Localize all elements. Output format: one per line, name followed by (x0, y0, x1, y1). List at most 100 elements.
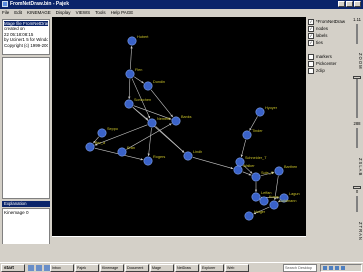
taskbar-button[interactable]: Explorer (200, 264, 224, 272)
graph-node[interactable] (147, 118, 157, 128)
minimize-button[interactable] (338, 1, 345, 7)
checkbox[interactable] (308, 67, 314, 74)
taskbar-button[interactable]: Document (125, 264, 149, 272)
app-icon (2, 1, 8, 7)
taskbar-button[interactable]: NetDraw (175, 264, 199, 272)
desktop-search-input[interactable]: Search Desktop (283, 264, 317, 272)
graph-node[interactable] (269, 200, 279, 210)
graph-node-label: Kraus (269, 195, 279, 199)
zoom-slider-thumb[interactable] (353, 76, 361, 79)
graph-edge (242, 171, 252, 176)
close-button[interactable] (354, 1, 361, 7)
info-line: Copyright (c) 1999-2005 (4, 42, 48, 48)
checkbox[interactable]: ✓ (308, 32, 314, 39)
graph-node[interactable] (143, 81, 153, 91)
graph-node[interactable] (242, 130, 252, 140)
checkbox[interactable]: ✓ (308, 39, 314, 46)
zslab-label: ZSLAB (358, 157, 363, 177)
zoom-value: 1.11 (353, 17, 361, 22)
graph-node-label: Walker (243, 164, 255, 168)
graph-node-label: Seppo (107, 127, 118, 131)
graph-node[interactable] (251, 172, 261, 182)
taskbar-button[interactable]: Inbox (50, 264, 74, 272)
system-tray (320, 264, 362, 272)
option-markers[interactable]: markers (308, 53, 350, 60)
display-options: ✓ *FromNetDraw ✓ nodes ✓ labels ✓ ties marke… (308, 18, 350, 74)
graph-node[interactable] (233, 165, 243, 175)
graph-node[interactable] (124, 99, 134, 109)
graph-node[interactable] (251, 192, 261, 202)
option-pickcenter[interactable]: Pickcenter (308, 60, 350, 67)
maximize-button[interactable] (346, 1, 353, 7)
graph-node-label: Ber_a (95, 141, 106, 145)
desktop-icon[interactable] (36, 265, 42, 271)
graph-node-label: Hyoyer (265, 106, 278, 110)
menu-help[interactable]: Help PAGE (111, 9, 134, 16)
windows-taskbar: start Inbox Pajek Kinemage Document Mage… (0, 262, 363, 272)
graph-node-label: Dundin (153, 80, 166, 84)
graph-node[interactable] (125, 69, 135, 79)
info-line: by Uciner1 5 for Windows (4, 37, 48, 43)
kinemage-info-text[interactable]: Mage file FromNetDraw created on 22 05:1… (2, 19, 50, 55)
graph-edge (147, 127, 152, 157)
zoom-label: ZOOM (358, 52, 363, 70)
graph-node[interactable] (171, 116, 181, 126)
checkbox[interactable] (308, 53, 314, 60)
horizontal-scrollbar[interactable] (52, 236, 306, 244)
ztran-track[interactable] (356, 196, 358, 212)
graph-node[interactable] (259, 196, 269, 206)
menu-kinemage[interactable]: KINEMAGE (27, 9, 51, 16)
zoom-track-lower[interactable] (356, 78, 358, 118)
zoom-track[interactable] (356, 24, 358, 44)
menu-views[interactable]: VIEWS (76, 9, 91, 16)
graph-node[interactable] (274, 166, 284, 176)
graph-node[interactable] (255, 107, 265, 117)
graph-node[interactable] (85, 142, 95, 152)
title-bar: FromNetDraw.bin - Pajek (0, 0, 363, 9)
graph-canvas[interactable]: Hubert Flen Dundin Sonnchen Banks Nemeth Seppo… (52, 17, 306, 236)
network-graph[interactable] (52, 17, 306, 236)
menu-edit[interactable]: Edit (14, 9, 22, 16)
graph-node[interactable] (127, 36, 137, 46)
tray-icon[interactable] (341, 266, 345, 270)
option-ties[interactable]: ✓ ties (308, 39, 350, 46)
graph-node-label: Lindh (193, 150, 203, 154)
taskbar-button[interactable]: Pajek (75, 264, 99, 272)
graph-node[interactable] (183, 151, 193, 161)
checkbox[interactable]: ✓ (308, 25, 314, 32)
taskbar-button[interactable]: Mage (150, 264, 174, 272)
graph-edge (130, 45, 133, 70)
graph-node[interactable] (244, 211, 254, 221)
text-area[interactable] (2, 57, 50, 199)
option-fromnetdraw[interactable]: ✓ *FromNetDraw (308, 18, 350, 25)
checkbox[interactable]: ✓ (308, 18, 314, 25)
menu-file[interactable]: File (2, 9, 9, 16)
graph-edge (128, 78, 131, 100)
graph-node[interactable] (143, 156, 153, 166)
start-button[interactable]: start (1, 264, 25, 272)
option-labels[interactable]: ✓ labels (308, 32, 350, 39)
graph-node-label: Tinder (252, 129, 263, 133)
tray-icon[interactable] (329, 266, 333, 270)
option-spacer (308, 46, 350, 53)
zslab-track[interactable] (356, 128, 358, 148)
menu-tools[interactable]: Tools (95, 9, 106, 16)
option-label: Pickcenter (316, 61, 337, 66)
option-zclip[interactable]: zclip (308, 67, 350, 74)
zslab-value: 288 (353, 121, 361, 126)
ie-icon[interactable] (28, 265, 34, 271)
checkbox[interactable] (308, 60, 314, 67)
graph-node-label: Nemeth (157, 117, 171, 121)
option-nodes[interactable]: ✓ nodes (308, 25, 350, 32)
graph-node[interactable] (117, 147, 127, 157)
tray-icon[interactable] (323, 266, 327, 270)
graph-node[interactable] (97, 128, 107, 138)
graph-node-label: Holger (254, 210, 266, 214)
tray-icon[interactable] (335, 266, 339, 270)
graph-edge (240, 139, 247, 158)
taskbar-button[interactable]: Web (225, 264, 249, 272)
graph-node-label: Sole_G (261, 171, 274, 175)
menu-display[interactable]: Display (56, 9, 71, 16)
taskbar-button[interactable]: Kinemage (100, 264, 124, 272)
menu-bar: File Edit KINEMAGE Display VIEWS Tools H… (0, 9, 363, 16)
